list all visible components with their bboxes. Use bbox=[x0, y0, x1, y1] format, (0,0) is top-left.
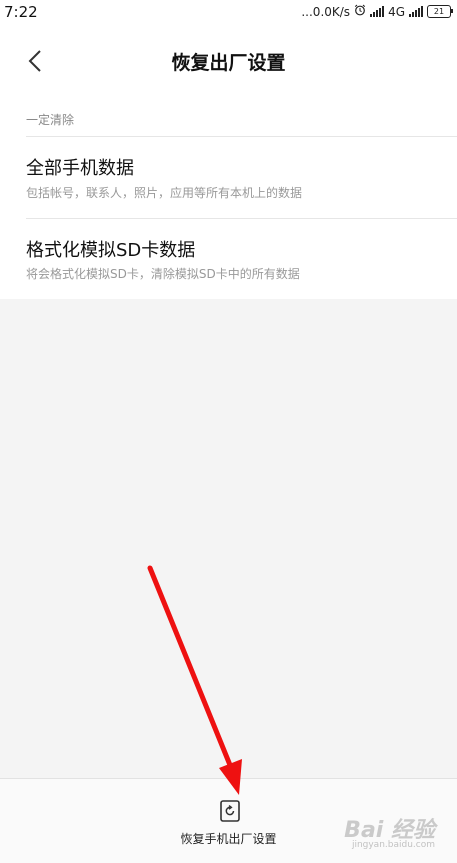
signal-strength-icon-2 bbox=[409, 6, 423, 17]
item-title: 全部手机数据 bbox=[26, 158, 134, 179]
header: 恢复出厂设置 bbox=[0, 26, 457, 96]
status-bar: 7:22 ...0.0K/s 4G 21 bbox=[0, 0, 457, 26]
alarm-icon bbox=[354, 4, 366, 19]
status-time: 7:22 bbox=[4, 3, 38, 21]
item-title: 格式化模拟SD卡数据 bbox=[26, 240, 196, 261]
list-item-all-phone-data[interactable]: 全部手机数据 包括帐号，联系人，照片，应用等所有本机上的数据 bbox=[0, 137, 457, 218]
list-item-format-sd-card[interactable]: 格式化模拟SD卡数据 将会格式化模拟SD卡，清除模拟SD卡中的所有数据 bbox=[0, 219, 457, 299]
restore-phone-icon bbox=[220, 800, 240, 822]
network-speed: ...0.0K/s bbox=[301, 4, 351, 19]
signal-strength-icon bbox=[370, 6, 385, 17]
arrow-shaft bbox=[147, 565, 235, 773]
battery-icon: 21 bbox=[427, 5, 453, 18]
status-indicators: ...0.0K/s 4G 21 bbox=[301, 4, 453, 19]
watermark-url: jingyan.baidu.com bbox=[351, 840, 435, 850]
page-title: 恢复出厂设置 bbox=[171, 52, 286, 74]
wipe-options-list: 一定清除 全部手机数据 包括帐号，联系人，照片，应用等所有本机上的数据 格式化模… bbox=[0, 96, 457, 299]
item-description: 包括帐号，联系人，照片，应用等所有本机上的数据 bbox=[26, 186, 303, 200]
section-label: 一定清除 bbox=[26, 113, 75, 127]
network-type: 4G bbox=[388, 4, 405, 19]
item-description: 将会格式化模拟SD卡，清除模拟SD卡中的所有数据 bbox=[26, 267, 300, 281]
battery-level: 21 bbox=[433, 6, 445, 16]
